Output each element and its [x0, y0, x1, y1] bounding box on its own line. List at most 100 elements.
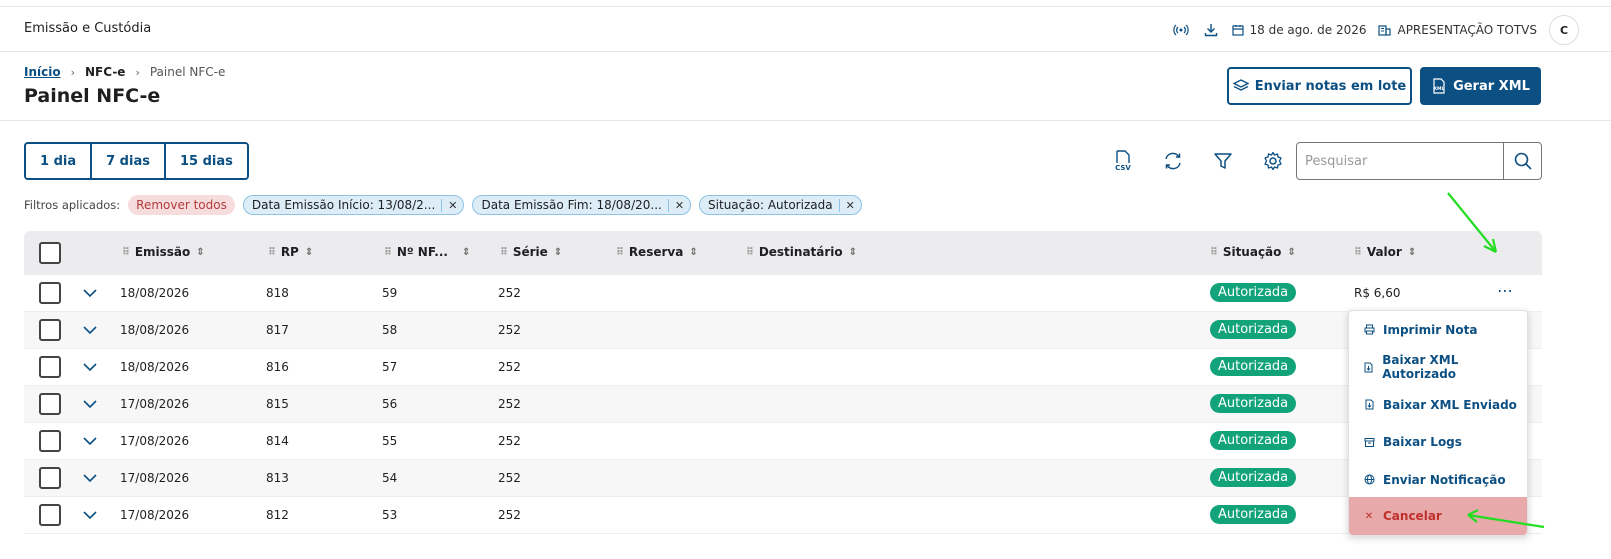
drag-handle-icon[interactable]: ⠿	[268, 247, 276, 258]
column-header-rp[interactable]: ⠿ RP ⇕	[268, 245, 313, 259]
menu-item-label: Baixar Logs	[1383, 435, 1462, 450]
drag-handle-icon[interactable]: ⠿	[122, 247, 130, 258]
cell-emissao: 18/08/2026	[120, 286, 190, 300]
close-icon[interactable]: ✕	[441, 198, 463, 212]
chevron-down-icon[interactable]	[81, 321, 99, 339]
filter-chip-label: Data Emissão Fim: 18/08/20...	[481, 198, 662, 212]
remove-all-filters-button[interactable]: Remover todos	[128, 195, 235, 215]
cell-emissao: 17/08/2026	[120, 434, 190, 448]
drag-handle-icon[interactable]: ⠿	[500, 247, 508, 258]
cell-rp: 814	[266, 434, 289, 448]
company-name: APRESENTAÇÃO TOTVS	[1397, 23, 1537, 37]
globe-icon	[1363, 474, 1375, 486]
column-header-destinatario[interactable]: ⠿ Destinatário ⇕	[746, 245, 857, 259]
period-7-days-button[interactable]: 7 dias	[92, 144, 166, 178]
sort-icon[interactable]: ⇕	[554, 247, 562, 258]
applied-filters-label: Filtros aplicados:	[24, 198, 121, 212]
sort-icon[interactable]: ⇕	[462, 247, 470, 258]
row-checkbox[interactable]	[39, 393, 61, 415]
sort-icon[interactable]: ⇕	[1408, 247, 1416, 258]
column-header-nf[interactable]: ⠿ Nº NF... ⇕	[384, 245, 470, 259]
download-icon[interactable]	[1202, 21, 1220, 39]
search-box	[1296, 142, 1542, 180]
file-download-icon	[1363, 361, 1374, 373]
cell-nf: 57	[382, 360, 398, 374]
status-badge: Autorizada	[1210, 320, 1297, 339]
sort-icon[interactable]: ⇕	[196, 247, 204, 258]
menu-item-label: Enviar Notificação	[1383, 472, 1506, 487]
sort-icon[interactable]: ⇕	[305, 247, 313, 258]
menu-item-send-notification[interactable]: Enviar Notificação	[1349, 461, 1527, 499]
refresh-icon[interactable]	[1160, 148, 1186, 174]
menu-item-label: Baixar XML Enviado	[1383, 397, 1517, 412]
close-icon[interactable]: ✕	[667, 198, 690, 212]
column-header-serie[interactable]: ⠿ Série ⇕	[500, 245, 562, 259]
cell-rp: 816	[266, 360, 289, 374]
applied-filters: Filtros aplicados: Remover todos Data Em…	[24, 195, 862, 215]
column-header-label: Situação	[1222, 245, 1282, 259]
chevron-down-icon[interactable]	[81, 358, 99, 376]
row-checkbox[interactable]	[39, 467, 61, 489]
breadcrumb-section[interactable]: NFC-e	[85, 65, 125, 79]
drag-handle-icon[interactable]: ⠿	[384, 247, 392, 258]
menu-item-download-xml-sent[interactable]: Baixar XML Enviado	[1349, 386, 1527, 424]
search-input[interactable]	[1297, 143, 1503, 179]
row-checkbox[interactable]	[39, 430, 61, 452]
period-1-day-button[interactable]: 1 dia	[26, 144, 93, 178]
chevron-down-icon[interactable]	[81, 395, 99, 413]
current-date-text: 18 de ago. de 2026	[1249, 23, 1367, 37]
send-batch-button[interactable]: Enviar notas em lote	[1227, 67, 1412, 105]
cell-emissao: 17/08/2026	[120, 508, 190, 522]
generate-xml-button[interactable]: XML Gerar XML	[1420, 67, 1541, 105]
chevron-down-icon[interactable]	[81, 284, 99, 302]
drag-handle-icon[interactable]: ⠿	[616, 247, 624, 258]
period-selector: 1 dia 7 dias 15 dias	[24, 142, 249, 180]
drag-handle-icon[interactable]: ⠿	[1354, 247, 1362, 258]
row-checkbox[interactable]	[39, 319, 61, 341]
column-header-situacao[interactable]: ⠿ Situação ⇕	[1210, 245, 1296, 259]
status-badge: Autorizada	[1210, 431, 1297, 450]
cell-emissao: 18/08/2026	[120, 323, 190, 337]
cell-serie: 252	[498, 434, 521, 448]
cell-rp: 818	[266, 286, 289, 300]
sort-icon[interactable]: ⇕	[1287, 247, 1295, 258]
column-header-valor[interactable]: ⠿ Valor ⇕	[1354, 245, 1416, 259]
filter-icon[interactable]	[1210, 148, 1236, 174]
column-header-emissao[interactable]: ⠿ Emissão ⇕	[122, 245, 205, 259]
column-header-label: Reserva	[628, 245, 684, 259]
broadcast-icon[interactable]	[1172, 21, 1190, 39]
menu-item-print[interactable]: Imprimir Nota	[1349, 311, 1527, 349]
row-actions-menu: Imprimir Nota Baixar XML Autorizado Baix…	[1348, 310, 1528, 536]
select-all-checkbox[interactable]	[39, 242, 61, 264]
close-icon[interactable]: ✕	[838, 198, 861, 212]
drag-handle-icon[interactable]: ⠿	[746, 247, 754, 258]
period-15-days-button[interactable]: 15 dias	[165, 144, 247, 178]
column-header-reserva[interactable]: ⠿ Reserva ⇕	[616, 245, 698, 259]
row-checkbox[interactable]	[39, 356, 61, 378]
chevron-down-icon[interactable]	[81, 506, 99, 524]
svg-text:CSV: CSV	[1115, 164, 1131, 172]
column-header-label: Valor	[1366, 245, 1402, 259]
sort-icon[interactable]: ⇕	[689, 247, 697, 258]
close-icon: ✕	[1364, 510, 1374, 522]
app-title: Emissão e Custódia	[24, 21, 152, 36]
csv-export-icon[interactable]: CSV	[1110, 148, 1136, 174]
row-checkbox[interactable]	[39, 504, 61, 526]
row-checkbox[interactable]	[39, 282, 61, 304]
menu-item-download-xml-authorized[interactable]: Baixar XML Autorizado	[1349, 349, 1527, 387]
chevron-down-icon[interactable]	[81, 432, 99, 450]
menu-item-download-logs[interactable]: Baixar Logs	[1349, 424, 1527, 462]
filter-chip: Data Emissão Início: 13/08/2... ✕	[242, 195, 465, 215]
breadcrumb-home-link[interactable]: Início	[24, 65, 61, 79]
more-actions-icon[interactable]: ⋯	[1497, 281, 1514, 300]
avatar[interactable]: C	[1549, 15, 1579, 45]
chevron-down-icon[interactable]	[81, 469, 99, 487]
sort-icon[interactable]: ⇕	[849, 247, 857, 258]
gear-icon[interactable]	[1260, 148, 1286, 174]
drag-handle-icon[interactable]: ⠿	[1210, 247, 1218, 258]
column-header-label: Nº NF...	[396, 245, 448, 259]
chevron-right-icon: ›	[70, 65, 75, 79]
search-button[interactable]	[1503, 143, 1541, 179]
company-selector[interactable]: APRESENTAÇÃO TOTVS	[1378, 23, 1537, 37]
page-header: Início › NFC-e › Painel NFC-e Painel NFC…	[0, 52, 1611, 121]
